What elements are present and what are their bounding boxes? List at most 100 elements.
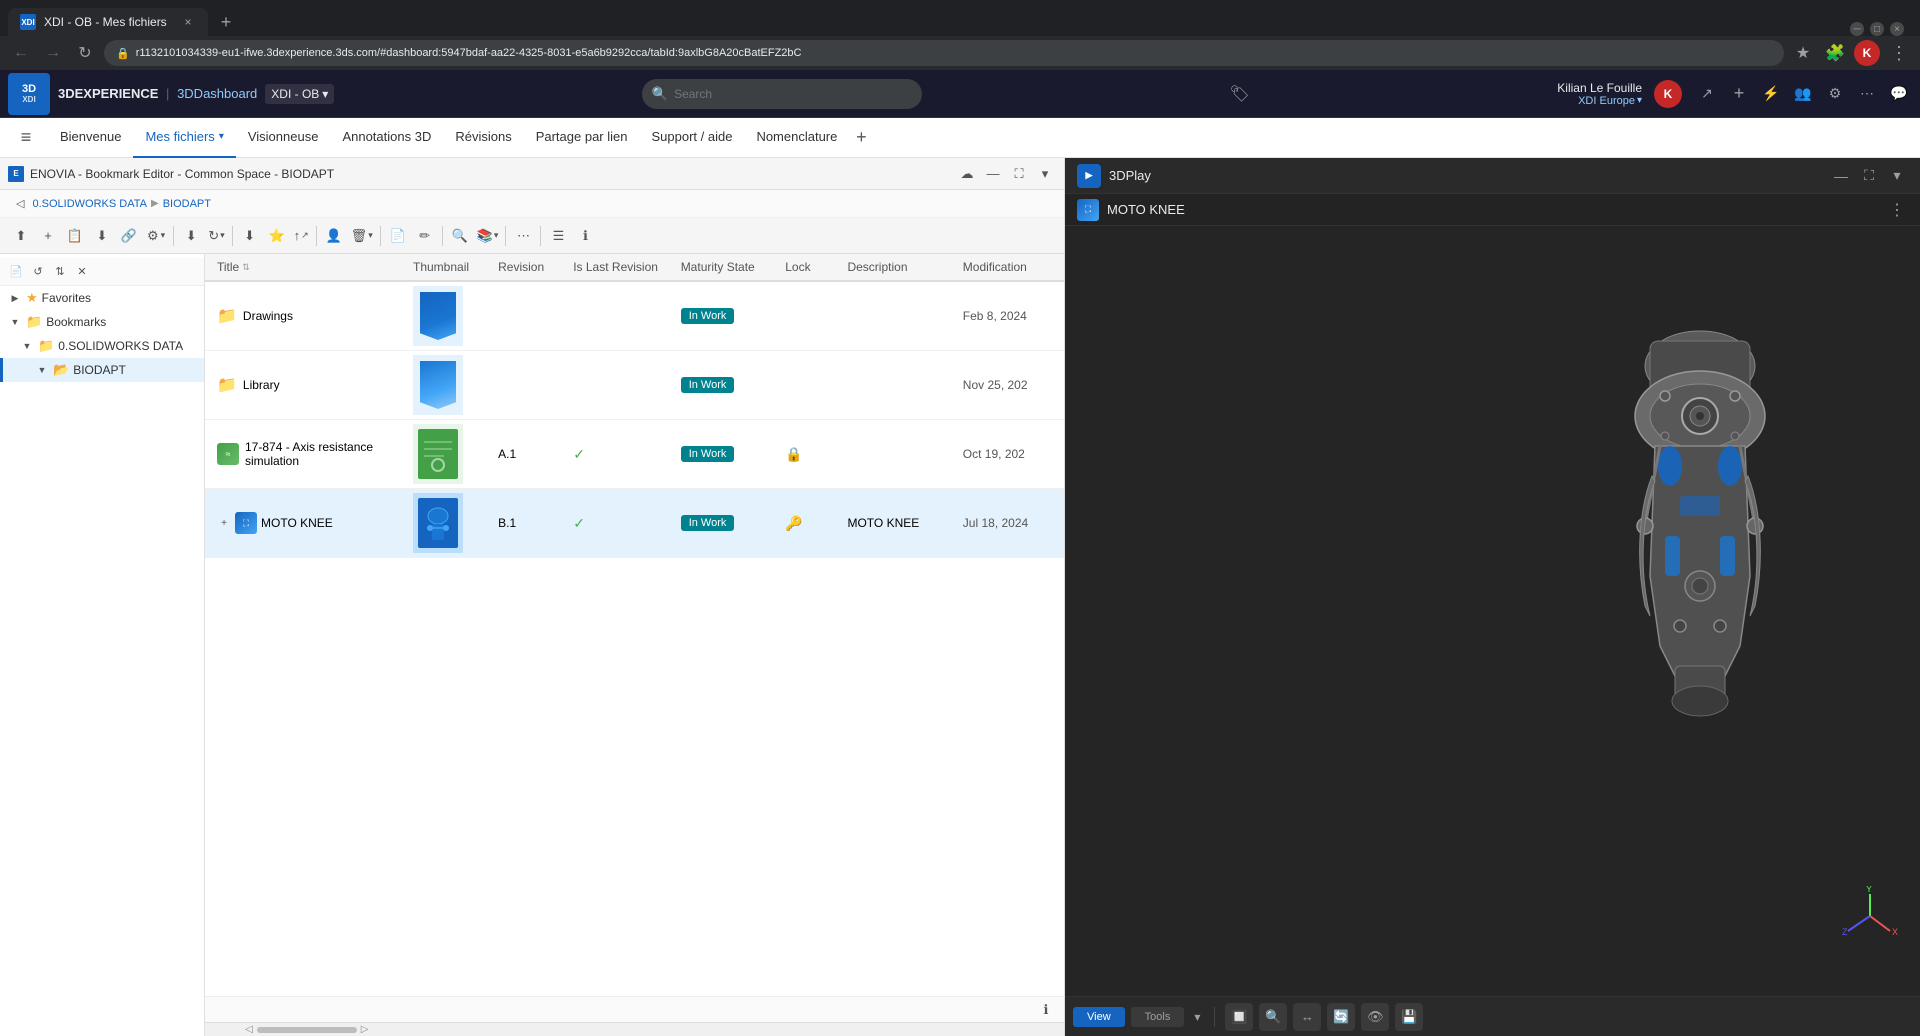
close-browser-button[interactable]: × (1890, 22, 1904, 36)
forward-button[interactable]: → (40, 40, 66, 66)
search-toolbar-button[interactable]: 🔍 (447, 223, 473, 249)
nav-item-annotations[interactable]: Annotations 3D (330, 118, 443, 158)
threeplay-dropdown-button[interactable]: ▾ (1886, 165, 1908, 187)
tree-item-bookmarks[interactable]: ▼ 📁 Bookmarks (0, 310, 204, 334)
active-tab[interactable]: XDI XDI - OB - Mes fichiers × (8, 8, 208, 36)
tp-btn-rotate[interactable]: 🔄 (1327, 1003, 1355, 1031)
bookmark-icon[interactable]: ★ (1790, 40, 1816, 66)
tree-icon-btn-2[interactable]: ↺ (28, 262, 48, 282)
table-info-icon[interactable]: ℹ (1036, 1000, 1056, 1020)
tag-icon[interactable]: 🏷 (1229, 84, 1249, 104)
minimize-panel-button[interactable]: — (982, 163, 1004, 185)
user-button[interactable]: 👤 (321, 223, 347, 249)
extensions-icon[interactable]: 🧩 (1822, 40, 1848, 66)
delete-dropdown-button[interactable]: 🗑 ▾ (348, 223, 376, 249)
tree-icon-btn-1[interactable]: 📄 (6, 262, 26, 282)
nav-item-bienvenue[interactable]: Bienvenue (48, 118, 133, 158)
tp-tab-tools[interactable]: Tools (1131, 1007, 1185, 1027)
move-up-button[interactable]: ↑ ↗ (291, 223, 312, 249)
table-row[interactable]: + ⛶ MOTO KNEE (205, 489, 1064, 558)
chat-icon[interactable]: 💬 (1886, 81, 1912, 107)
search-input[interactable] (674, 87, 912, 101)
profile-button[interactable]: K (1854, 40, 1880, 66)
xdi-dropdown[interactable]: XDI - OB ▾ (265, 84, 334, 104)
download-button[interactable]: ⬇ (89, 223, 115, 249)
back-arrow-icon[interactable]: ◁ (16, 197, 24, 210)
scroll-thumb-h[interactable] (257, 1027, 357, 1033)
expand-panel-button[interactable]: ⛶ (1008, 163, 1030, 185)
col-header-thumbnail[interactable]: Thumbnail (405, 254, 490, 281)
minimize-button[interactable]: ─ (1850, 22, 1864, 36)
layers-dropdown-button[interactable]: 📚 ▾ (474, 223, 502, 249)
col-header-modification[interactable]: Modification (955, 254, 1064, 281)
export-button[interactable]: ⬇ (178, 223, 204, 249)
col-header-title[interactable]: Title ⇅ (205, 254, 405, 281)
tp-btn-view[interactable]: 🔲 (1225, 1003, 1253, 1031)
col-header-revision[interactable]: Revision (490, 254, 565, 281)
nav-item-visionneuse[interactable]: Visionneuse (236, 118, 331, 158)
breadcrumb-biodapt[interactable]: BIODAPT (163, 198, 211, 210)
link-button[interactable]: 🔗 (116, 223, 142, 249)
nav-item-mes-fichiers[interactable]: Mes fichiers ▾ (133, 118, 235, 158)
search-bar[interactable]: 🔍 (642, 79, 922, 109)
apps-icon[interactable]: ⋯ (1854, 81, 1880, 107)
nav-item-revisions[interactable]: Révisions (443, 118, 523, 158)
tree-item-biodapt[interactable]: ▼ 📂 BIODAPT (0, 358, 204, 382)
info-toolbar-button[interactable]: ℹ (572, 223, 598, 249)
threeplay-expand-button[interactable]: ⛶ (1858, 165, 1880, 187)
table-row[interactable]: 📁 Drawings (205, 281, 1064, 351)
doc-button[interactable]: 📄 (385, 223, 411, 249)
tree-item-solidworks[interactable]: ▼ 📁 0.SOLIDWORKS DATA (0, 334, 204, 358)
tp-btn-zoom[interactable]: 🔍 (1259, 1003, 1287, 1031)
upload-icon[interactable]: ⬆ (8, 223, 34, 249)
cloud-icon[interactable]: ☁ (956, 163, 978, 185)
settings-icon[interactable]: ⚙ (1822, 81, 1848, 107)
breadcrumb-solidworks[interactable]: 0.SOLIDWORKS DATA (32, 198, 147, 210)
share-icon[interactable]: ↗ (1694, 81, 1720, 107)
tp-btn-pan[interactable]: ↔ (1293, 1003, 1321, 1031)
list-view-button[interactable]: ☰ (545, 223, 571, 249)
back-button[interactable]: ← (8, 40, 34, 66)
star-button[interactable]: ⭐ (264, 223, 290, 249)
import-button[interactable]: ⬇ (237, 223, 263, 249)
scroll-left-btn[interactable]: ◁ (245, 1024, 253, 1035)
nav-add-button[interactable]: + (849, 126, 873, 150)
tp-tab-dropdown-button[interactable]: ▾ (1190, 1010, 1204, 1024)
user-avatar[interactable]: K (1654, 80, 1682, 108)
col-header-maturity[interactable]: Maturity State (673, 254, 778, 281)
edit-button[interactable]: ✏ (412, 223, 438, 249)
add-icon[interactable]: + (1726, 81, 1752, 107)
col-header-lastrev[interactable]: Is Last Revision (565, 254, 672, 281)
new-tab-button[interactable]: + (212, 8, 240, 36)
col-header-description[interactable]: Description (839, 254, 954, 281)
more-button[interactable]: ⋯ (510, 223, 536, 249)
add-toolbar-button[interactable]: + (35, 223, 61, 249)
refresh-button[interactable]: ↻ (72, 40, 98, 66)
model-menu-button[interactable]: ⋮ (1886, 199, 1908, 221)
expand-btn-4[interactable]: + (217, 516, 231, 530)
browser-menu[interactable]: ⋮ (1886, 40, 1912, 66)
table-row[interactable]: 📁 Library (205, 351, 1064, 420)
table-row[interactable]: ≈ 17-874 - Axis resistance simulation (205, 420, 1064, 489)
nav-item-support[interactable]: Support / aide (639, 118, 744, 158)
horizontal-scrollbar[interactable]: ◁ ▷ (205, 1022, 1064, 1036)
scroll-right-btn[interactable]: ▷ (361, 1024, 369, 1035)
address-bar[interactable]: 🔒 r1132101034339-eu1-ifwe.3dexperience.3… (104, 40, 1784, 66)
maximize-button[interactable]: □ (1870, 22, 1884, 36)
nav-item-nomenclature[interactable]: Nomenclature (744, 118, 849, 158)
refresh-toolbar-button[interactable]: ↻ ▾ (205, 223, 227, 249)
connect-icon[interactable]: ⚡ (1758, 81, 1784, 107)
nav-item-partage[interactable]: Partage par lien (524, 118, 640, 158)
tp-tab-view[interactable]: View (1073, 1007, 1125, 1027)
threeplay-minimize-button[interactable]: — (1830, 165, 1852, 187)
settings-dropdown-button[interactable]: ⚙ ▾ (143, 223, 169, 249)
tab-close[interactable]: × (180, 14, 196, 30)
col-header-lock[interactable]: Lock (777, 254, 839, 281)
tree-icon-btn-3[interactable]: ⇅ (50, 262, 70, 282)
tree-item-favorites[interactable]: ▶ ★ Favorites (0, 286, 204, 310)
copy-button[interactable]: 📋 (62, 223, 88, 249)
tree-icon-btn-4[interactable]: ✕ (72, 262, 92, 282)
community-icon[interactable]: 👥 (1790, 81, 1816, 107)
hamburger-button[interactable]: ≡ (12, 124, 40, 152)
panel-dropdown-icon[interactable]: ▾ (1034, 163, 1056, 185)
